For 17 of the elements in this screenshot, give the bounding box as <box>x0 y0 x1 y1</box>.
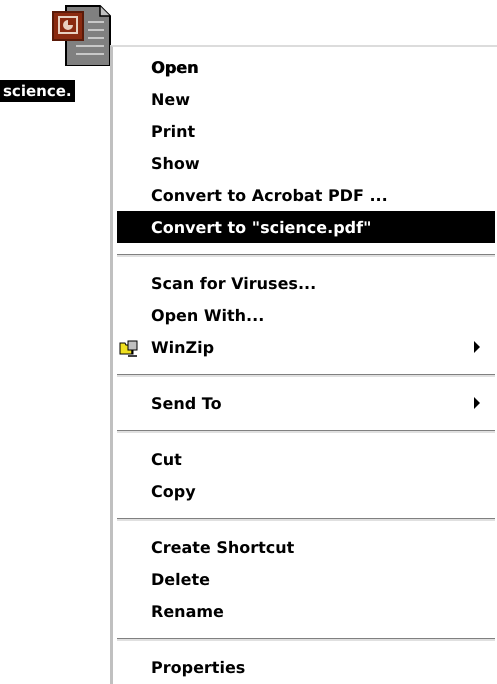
menu-item[interactable]: Delete <box>113 563 497 595</box>
menu-item[interactable]: Copy <box>113 475 497 507</box>
menu-item[interactable]: Properties <box>113 651 497 683</box>
menu-item[interactable]: WinZip <box>113 331 497 363</box>
menu-item[interactable]: Create Shortcut <box>113 531 497 563</box>
menu-item[interactable]: Convert to Acrobat PDF ... <box>113 179 497 211</box>
menu-item[interactable]: Open With... <box>113 299 497 331</box>
menu-item[interactable]: Scan for Viruses... <box>113 267 497 299</box>
menu-item[interactable]: Rename <box>113 595 497 627</box>
menu-item[interactable]: Open <box>113 51 497 83</box>
menu-item[interactable]: Cut <box>113 443 497 475</box>
menu-item[interactable]: New <box>113 83 497 115</box>
menu-item[interactable]: Print <box>113 115 497 147</box>
menu-item[interactable]: Show <box>113 147 497 179</box>
file-name[interactable]: science. <box>0 80 75 102</box>
menu-item[interactable]: Convert to "science.pdf" <box>117 211 495 243</box>
menu-item[interactable]: Send To <box>113 387 497 419</box>
